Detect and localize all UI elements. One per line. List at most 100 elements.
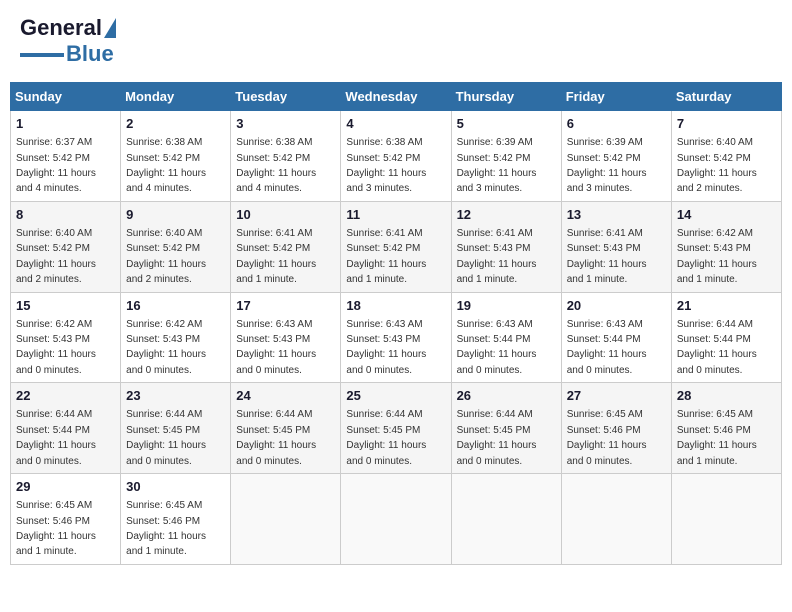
day-sunrise: Sunrise: 6:43 AM [236,319,312,330]
day-sunrise: Sunrise: 6:42 AM [16,319,92,330]
day-sunrise: Sunrise: 6:44 AM [16,409,92,420]
calendar-cell: 8 Sunrise: 6:40 AM Sunset: 5:42 PM Dayli… [11,201,121,292]
day-number: 26 [457,387,556,405]
day-sunrise: Sunrise: 6:43 AM [346,319,422,330]
day-sunrise: Sunrise: 6:44 AM [236,409,312,420]
day-number: 12 [457,206,556,224]
calendar-cell: 26 Sunrise: 6:44 AM Sunset: 5:45 PM Dayl… [451,383,561,474]
day-sunset: Sunset: 5:42 PM [16,153,90,164]
day-sunset: Sunset: 5:42 PM [236,153,310,164]
day-sunset: Sunset: 5:42 PM [16,243,90,254]
day-sunrise: Sunrise: 6:44 AM [346,409,422,420]
day-daylight: Daylight: 11 hours and 0 minutes. [236,349,316,375]
day-sunset: Sunset: 5:45 PM [236,425,310,436]
empty-cell [561,474,671,565]
day-sunrise: Sunrise: 6:43 AM [457,319,533,330]
day-daylight: Daylight: 11 hours and 4 minutes. [236,168,316,194]
day-sunrise: Sunrise: 6:40 AM [126,228,202,239]
day-number: 20 [567,297,666,315]
day-sunset: Sunset: 5:45 PM [457,425,531,436]
day-daylight: Daylight: 11 hours and 0 minutes. [346,440,426,466]
day-daylight: Daylight: 11 hours and 0 minutes. [457,440,537,466]
calendar-cell: 7 Sunrise: 6:40 AM Sunset: 5:42 PM Dayli… [671,111,781,202]
day-number: 25 [346,387,445,405]
calendar-cell: 9 Sunrise: 6:40 AM Sunset: 5:42 PM Dayli… [121,201,231,292]
day-number: 16 [126,297,225,315]
day-daylight: Daylight: 11 hours and 1 minute. [677,259,757,285]
day-sunset: Sunset: 5:43 PM [16,334,90,345]
day-sunrise: Sunrise: 6:45 AM [677,409,753,420]
calendar-cell: 27 Sunrise: 6:45 AM Sunset: 5:46 PM Dayl… [561,383,671,474]
calendar-cell: 11 Sunrise: 6:41 AM Sunset: 5:42 PM Dayl… [341,201,451,292]
day-sunrise: Sunrise: 6:41 AM [567,228,643,239]
day-daylight: Daylight: 11 hours and 1 minute. [346,259,426,285]
day-sunset: Sunset: 5:44 PM [16,425,90,436]
day-of-week-header: Thursday [451,83,561,111]
calendar-cell: 16 Sunrise: 6:42 AM Sunset: 5:43 PM Dayl… [121,292,231,383]
day-sunrise: Sunrise: 6:44 AM [457,409,533,420]
day-number: 17 [236,297,335,315]
day-sunrise: Sunrise: 6:39 AM [567,137,643,148]
calendar-cell: 28 Sunrise: 6:45 AM Sunset: 5:46 PM Dayl… [671,383,781,474]
day-number: 22 [16,387,115,405]
calendar-cell: 2 Sunrise: 6:38 AM Sunset: 5:42 PM Dayli… [121,111,231,202]
calendar-table: SundayMondayTuesdayWednesdayThursdayFrid… [10,82,782,565]
day-sunrise: Sunrise: 6:41 AM [457,228,533,239]
calendar-cell: 17 Sunrise: 6:43 AM Sunset: 5:43 PM Dayl… [231,292,341,383]
day-sunset: Sunset: 5:43 PM [677,243,751,254]
calendar-cell: 21 Sunrise: 6:44 AM Sunset: 5:44 PM Dayl… [671,292,781,383]
day-sunrise: Sunrise: 6:45 AM [16,500,92,511]
calendar-cell: 13 Sunrise: 6:41 AM Sunset: 5:43 PM Dayl… [561,201,671,292]
day-sunrise: Sunrise: 6:42 AM [126,319,202,330]
empty-cell [451,474,561,565]
day-number: 23 [126,387,225,405]
calendar-cell: 18 Sunrise: 6:43 AM Sunset: 5:43 PM Dayl… [341,292,451,383]
empty-cell [341,474,451,565]
calendar-cell: 25 Sunrise: 6:44 AM Sunset: 5:45 PM Dayl… [341,383,451,474]
day-daylight: Daylight: 11 hours and 1 minute. [457,259,537,285]
day-daylight: Daylight: 11 hours and 4 minutes. [16,168,96,194]
day-daylight: Daylight: 11 hours and 2 minutes. [126,259,206,285]
day-number: 27 [567,387,666,405]
day-number: 9 [126,206,225,224]
day-daylight: Daylight: 11 hours and 2 minutes. [16,259,96,285]
day-daylight: Daylight: 11 hours and 3 minutes. [346,168,426,194]
day-daylight: Daylight: 11 hours and 0 minutes. [126,440,206,466]
day-of-week-header: Friday [561,83,671,111]
day-sunset: Sunset: 5:42 PM [126,153,200,164]
day-sunset: Sunset: 5:43 PM [346,334,420,345]
day-sunrise: Sunrise: 6:38 AM [236,137,312,148]
day-daylight: Daylight: 11 hours and 0 minutes. [567,440,647,466]
day-daylight: Daylight: 11 hours and 0 minutes. [236,440,316,466]
day-sunset: Sunset: 5:43 PM [236,334,310,345]
calendar-cell: 24 Sunrise: 6:44 AM Sunset: 5:45 PM Dayl… [231,383,341,474]
day-number: 11 [346,206,445,224]
day-sunset: Sunset: 5:42 PM [236,243,310,254]
day-sunrise: Sunrise: 6:38 AM [126,137,202,148]
calendar-cell: 14 Sunrise: 6:42 AM Sunset: 5:43 PM Dayl… [671,201,781,292]
day-number: 29 [16,478,115,496]
day-sunset: Sunset: 5:45 PM [126,425,200,436]
day-number: 30 [126,478,225,496]
calendar-cell: 19 Sunrise: 6:43 AM Sunset: 5:44 PM Dayl… [451,292,561,383]
page-header: General Blue [10,10,782,72]
calendar-cell: 29 Sunrise: 6:45 AM Sunset: 5:46 PM Dayl… [11,474,121,565]
day-sunrise: Sunrise: 6:45 AM [126,500,202,511]
empty-cell [671,474,781,565]
day-daylight: Daylight: 11 hours and 0 minutes. [567,349,647,375]
day-number: 15 [16,297,115,315]
day-daylight: Daylight: 11 hours and 1 minute. [677,440,757,466]
day-daylight: Daylight: 11 hours and 0 minutes. [126,349,206,375]
calendar-cell: 3 Sunrise: 6:38 AM Sunset: 5:42 PM Dayli… [231,111,341,202]
day-sunset: Sunset: 5:46 PM [126,516,200,527]
day-of-week-header: Tuesday [231,83,341,111]
day-number: 21 [677,297,776,315]
day-sunrise: Sunrise: 6:40 AM [677,137,753,148]
day-daylight: Daylight: 11 hours and 1 minute. [236,259,316,285]
logo-blue-text: Blue [66,41,114,67]
day-daylight: Daylight: 11 hours and 2 minutes. [677,168,757,194]
day-sunrise: Sunrise: 6:44 AM [126,409,202,420]
calendar-cell: 10 Sunrise: 6:41 AM Sunset: 5:42 PM Dayl… [231,201,341,292]
day-sunset: Sunset: 5:44 PM [677,334,751,345]
day-daylight: Daylight: 11 hours and 4 minutes. [126,168,206,194]
